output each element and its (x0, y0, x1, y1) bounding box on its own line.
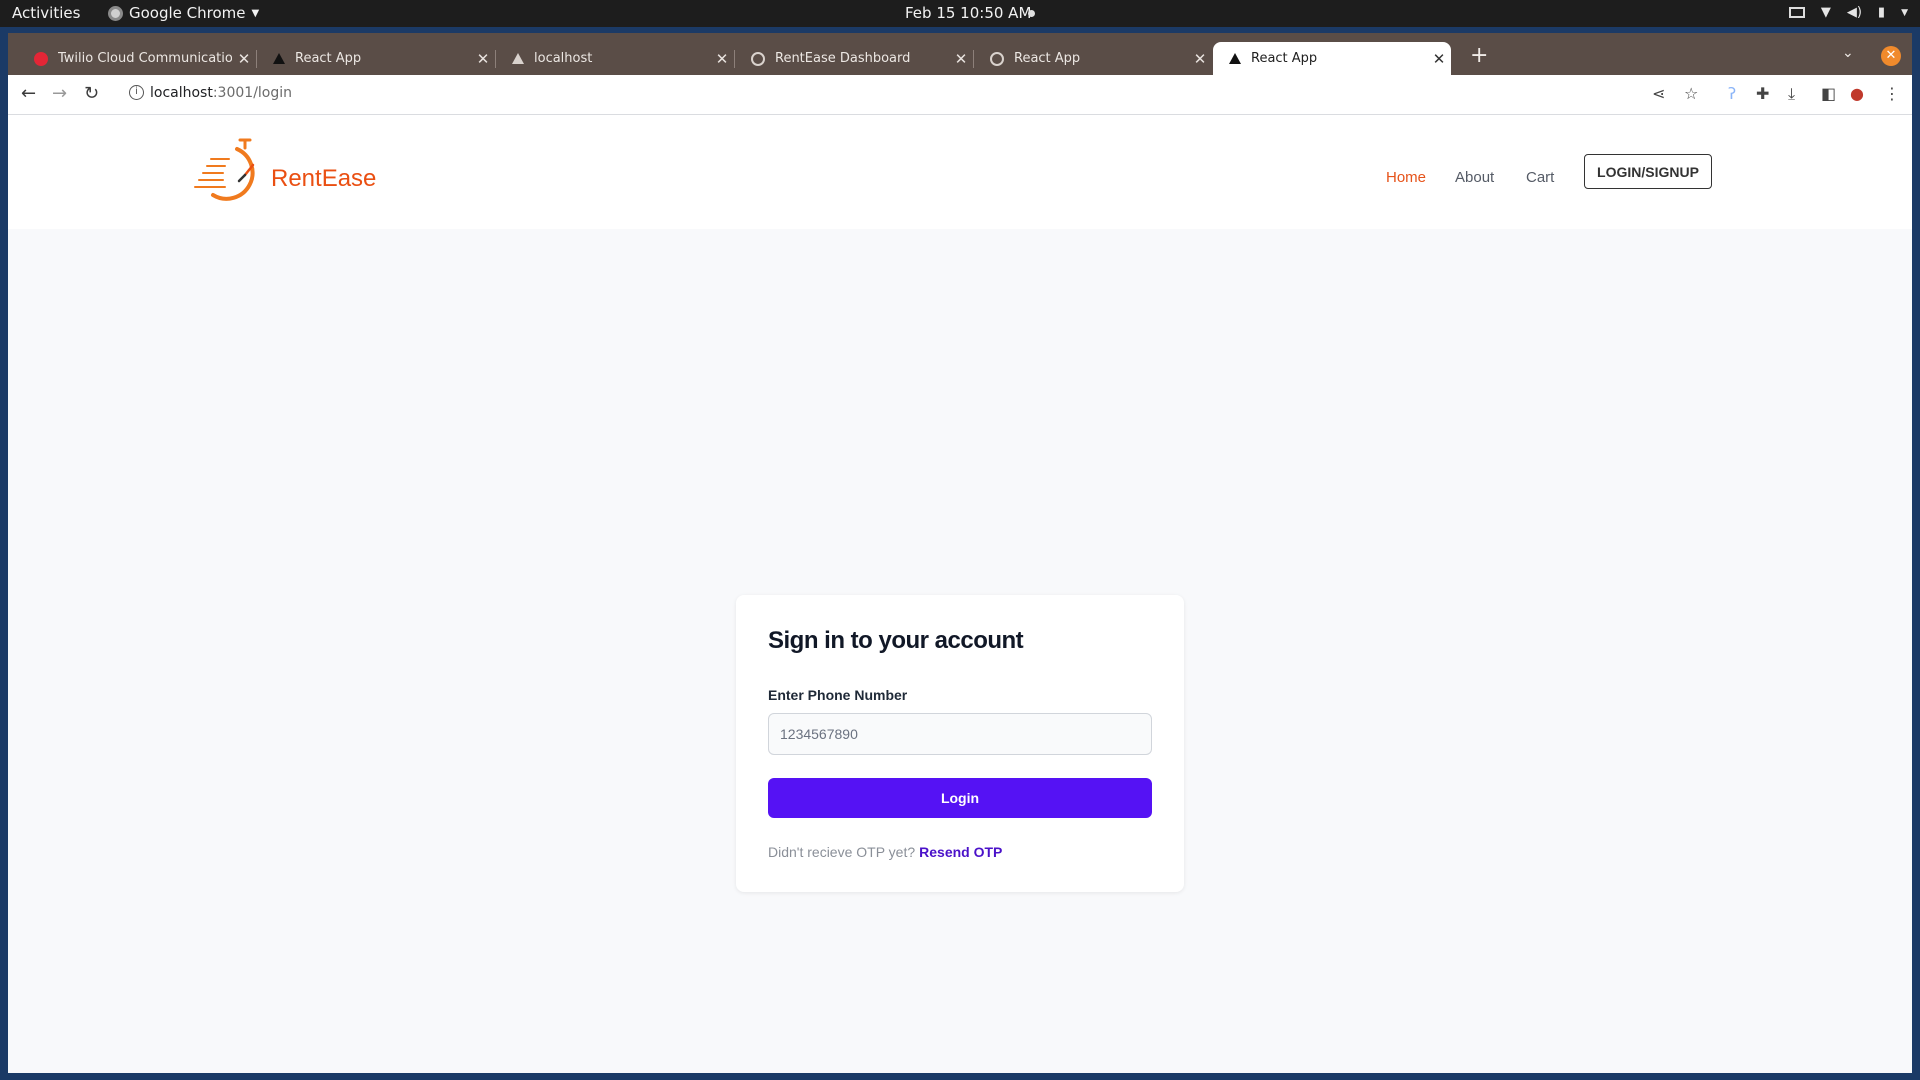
extension-loading-icon[interactable]: ʔ (1728, 84, 1736, 103)
battery-icon: ▮ (1877, 5, 1886, 20)
clock[interactable]: Feb 15 10:50 AM (905, 4, 1031, 22)
url-path: :3001/login (212, 85, 293, 101)
otp-prompt-text: Didn't recieve OTP yet? (768, 844, 916, 860)
volume-icon: ◀) (1846, 5, 1862, 20)
profile-avatar-icon[interactable]: ● (1850, 84, 1864, 103)
triangle-icon (273, 53, 285, 64)
close-icon[interactable]: ✕ (949, 50, 973, 68)
tab-react-app-active[interactable]: React App ✕ (1213, 42, 1451, 75)
nav-home-link[interactable]: Home (1386, 169, 1426, 186)
caret-down-icon: ▼ (251, 7, 260, 19)
signin-card: Sign in to your account Enter Phone Numb… (736, 595, 1184, 892)
wifi-icon: ▼ (1820, 5, 1831, 20)
browser-toolbar: ← → ↻ i localhost:3001/login ⋖ ☆ ʔ ✚ ⤓ ◧… (8, 75, 1912, 115)
phone-number-input[interactable] (768, 713, 1152, 755)
close-icon[interactable]: ✕ (471, 50, 495, 68)
globe-icon (751, 51, 765, 66)
tab-title: localhost (534, 51, 593, 66)
close-icon[interactable]: ✕ (232, 50, 256, 68)
phone-number-label: Enter Phone Number (768, 687, 908, 703)
resend-otp-row: Didn't recieve OTP yet? Resend OTP (768, 844, 1002, 860)
window-close-button[interactable]: ✕ (1881, 46, 1901, 66)
login-signup-button[interactable]: LOGIN/SIGNUP (1584, 154, 1712, 189)
web-page: RentEase Home About Cart LOGIN/SIGNUP Si… (8, 116, 1912, 1073)
back-arrow-icon[interactable]: ← (21, 83, 36, 104)
tab-title: React App (1251, 51, 1318, 66)
system-top-bar: Activities Google Chrome ▼ Feb 15 10:50 … (0, 0, 1920, 27)
tab-twilio[interactable]: Twilio Cloud Communications ✕ (18, 42, 257, 75)
triangle-icon (512, 53, 524, 64)
tab-strip: Twilio Cloud Communications ✕ React App … (8, 33, 1912, 75)
signin-title: Sign in to your account (768, 627, 1024, 654)
close-icon[interactable]: ✕ (1188, 50, 1212, 68)
globe-icon (990, 51, 1004, 66)
tray-menu-caret-icon: ▼ (1901, 7, 1908, 18)
forward-arrow-icon[interactable]: → (52, 83, 67, 104)
side-panel-icon[interactable]: ◧ (1821, 84, 1836, 103)
address-bar[interactable]: localhost:3001/login (150, 85, 292, 101)
kebab-menu-icon[interactable]: ⋮ (1884, 84, 1900, 103)
system-tray[interactable]: ▼ ◀) ▮ ▼ (1788, 5, 1908, 20)
tab-title: React App (1014, 51, 1081, 66)
close-icon[interactable]: ✕ (1427, 50, 1451, 68)
triangle-icon (1229, 53, 1241, 64)
tab-search-chevron-icon[interactable]: ⌄ (1842, 45, 1854, 61)
chrome-icon (108, 5, 123, 21)
url-host: localhost (150, 85, 213, 101)
browser-window: Twilio Cloud Communications ✕ React App … (8, 33, 1912, 1073)
download-icon[interactable]: ⤓ (1788, 84, 1795, 104)
notification-dot (1028, 10, 1035, 17)
nav-cart-link[interactable]: Cart (1526, 169, 1554, 186)
tab-rentease-dashboard[interactable]: RentEase Dashboard ✕ (735, 42, 974, 75)
new-tab-button[interactable]: + (1470, 43, 1488, 68)
site-header: RentEase Home About Cart LOGIN/SIGNUP (8, 116, 1912, 229)
tab-title: RentEase Dashboard (775, 51, 911, 66)
resend-otp-link[interactable]: Resend OTP (919, 844, 1002, 860)
reload-icon[interactable]: ↻ (84, 83, 99, 104)
app-menu-label: Google Chrome (129, 4, 246, 22)
tab-localhost[interactable]: localhost ✕ (496, 42, 735, 75)
extensions-puzzle-icon[interactable]: ✚ (1756, 84, 1769, 103)
share-icon[interactable]: ⋖ (1652, 84, 1665, 103)
twilio-icon (34, 51, 48, 66)
close-icon[interactable]: ✕ (710, 50, 734, 68)
login-button[interactable]: Login (768, 778, 1152, 818)
brand-name[interactable]: RentEase (271, 165, 376, 193)
tab-react-app-1[interactable]: React App ✕ (257, 42, 496, 75)
tab-title: Twilio Cloud Communications (58, 51, 232, 66)
app-menu[interactable]: Google Chrome ▼ (108, 4, 259, 22)
bookmark-star-icon[interactable]: ☆ (1684, 84, 1698, 103)
site-info-icon[interactable]: i (129, 85, 144, 100)
workspace-icon (1788, 7, 1805, 18)
nav-about-link[interactable]: About (1455, 169, 1494, 186)
activities-button[interactable]: Activities (12, 4, 80, 22)
tab-react-app-2[interactable]: React App ✕ (974, 42, 1212, 75)
tab-title: React App (295, 51, 362, 66)
